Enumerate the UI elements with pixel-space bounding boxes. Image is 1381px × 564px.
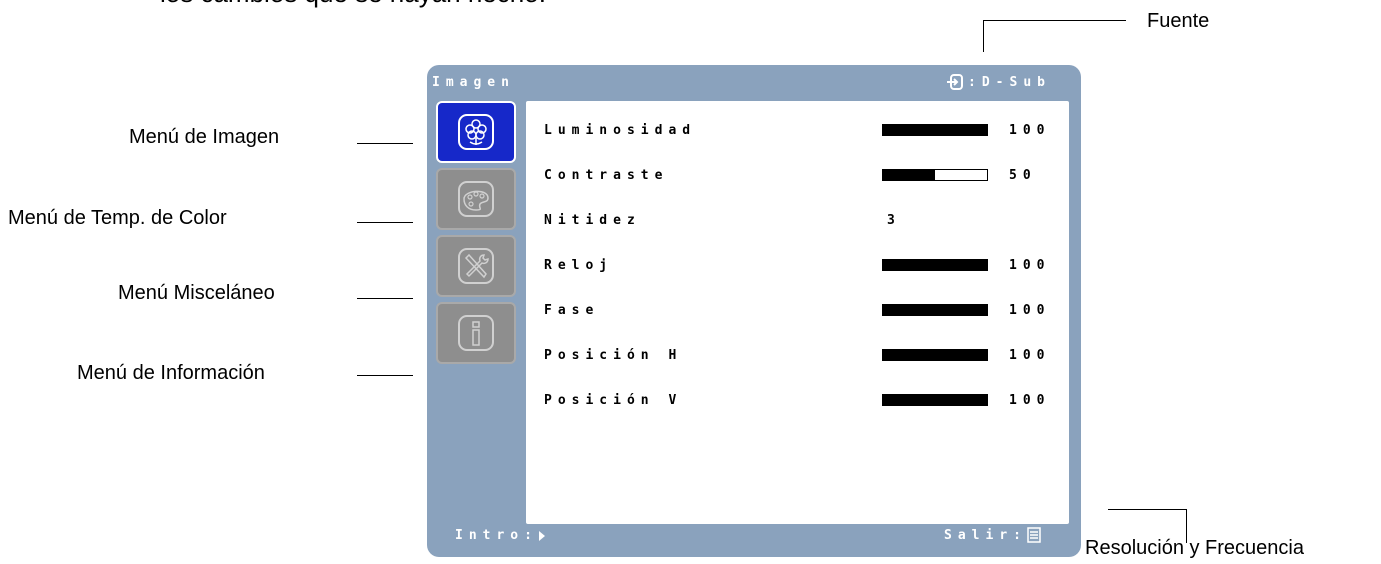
slider-fill xyxy=(883,125,987,135)
setting-label: Reloj xyxy=(544,257,614,273)
setting-slider[interactable] xyxy=(882,349,988,361)
osd-menu: Imagen :D-Sub Luminosidad 100 Contraste … xyxy=(427,65,1081,557)
menu-icon xyxy=(1027,527,1041,543)
setting-row-posicion-v[interactable]: Posición V 100 xyxy=(544,390,1054,410)
info-icon xyxy=(458,315,494,351)
callout-resolution-line-vertical xyxy=(1186,509,1187,543)
slider-fill xyxy=(883,260,987,270)
setting-row-posicion-h[interactable]: Posición H 100 xyxy=(544,345,1054,365)
setting-slider[interactable] xyxy=(882,259,988,271)
tab-image[interactable] xyxy=(436,101,516,163)
setting-row-nitidez[interactable]: Nitidez 3 xyxy=(544,210,1054,230)
setting-label: Fase xyxy=(544,302,600,318)
setting-label: Posición H xyxy=(544,347,683,363)
setting-value: 50 xyxy=(1009,167,1037,183)
setting-value: 100 xyxy=(1009,257,1051,273)
setting-row-luminosidad[interactable]: Luminosidad 100 xyxy=(544,120,1054,140)
setting-value: 100 xyxy=(1009,392,1051,408)
callout-source-line xyxy=(983,20,1126,21)
palette-icon xyxy=(458,181,494,217)
callout-source: Fuente xyxy=(1147,10,1210,32)
callout-resolution-line xyxy=(1108,509,1187,510)
exit-hint: Salir: xyxy=(944,527,1041,543)
callout-color-temp-menu-line xyxy=(357,222,413,223)
callout-image-menu: Menú de Imagen xyxy=(129,126,280,148)
setting-label: Posición V xyxy=(544,392,683,408)
osd-source: :D-Sub xyxy=(946,73,1051,91)
osd-title: Imagen xyxy=(432,75,515,90)
play-arrow-icon xyxy=(538,530,545,541)
callout-image-menu-line xyxy=(357,143,413,144)
slider-fill xyxy=(883,395,987,405)
setting-slider[interactable] xyxy=(882,394,988,406)
setting-slider[interactable] xyxy=(882,304,988,316)
enter-label: Intro: xyxy=(455,528,538,543)
enter-hint: Intro: xyxy=(455,528,546,543)
osd-source-label: :D-Sub xyxy=(968,74,1051,90)
exit-label: Salir: xyxy=(944,527,1027,543)
setting-label: Nitidez xyxy=(544,212,641,228)
callout-misc-menu-line xyxy=(357,298,413,299)
setting-value: 100 xyxy=(1009,302,1051,318)
setting-slider[interactable] xyxy=(882,169,988,181)
top-text: los cambios que se hayan hecho. xyxy=(160,0,546,9)
setting-value: 3 xyxy=(887,212,901,228)
setting-value: 100 xyxy=(1009,122,1051,138)
setting-row-contraste[interactable]: Contraste 50 xyxy=(544,165,1054,185)
slider-fill xyxy=(883,350,987,360)
setting-row-reloj[interactable]: Reloj 100 xyxy=(544,255,1054,275)
callout-misc-menu: Menú Misceláneo xyxy=(118,282,275,304)
tab-misc[interactable] xyxy=(436,235,516,297)
setting-label: Luminosidad xyxy=(544,122,697,138)
setting-label: Contraste xyxy=(544,167,669,183)
flower-icon xyxy=(458,114,494,150)
tab-color-temp[interactable] xyxy=(436,168,516,230)
callout-info-menu: Menú de Información xyxy=(77,362,265,384)
slider-fill xyxy=(883,170,935,180)
slider-fill xyxy=(883,305,987,315)
setting-slider[interactable] xyxy=(882,124,988,136)
setting-value: 100 xyxy=(1009,347,1051,363)
resolution-readout: 1400×1050@60Hz xyxy=(885,504,1065,519)
callout-info-menu-line xyxy=(357,375,413,376)
setting-row-fase[interactable]: Fase 100 xyxy=(544,300,1054,320)
callout-resolution: Resolución y Frecuencia xyxy=(1085,537,1304,559)
callout-color-temp-menu: Menú de Temp. de Color xyxy=(8,207,227,229)
tools-icon xyxy=(458,248,494,284)
callout-source-line-vertical xyxy=(983,20,984,52)
osd-content-panel: Luminosidad 100 Contraste 50 Nitidez 3 R… xyxy=(526,101,1069,524)
tab-info[interactable] xyxy=(436,302,516,364)
input-source-icon xyxy=(947,74,964,90)
